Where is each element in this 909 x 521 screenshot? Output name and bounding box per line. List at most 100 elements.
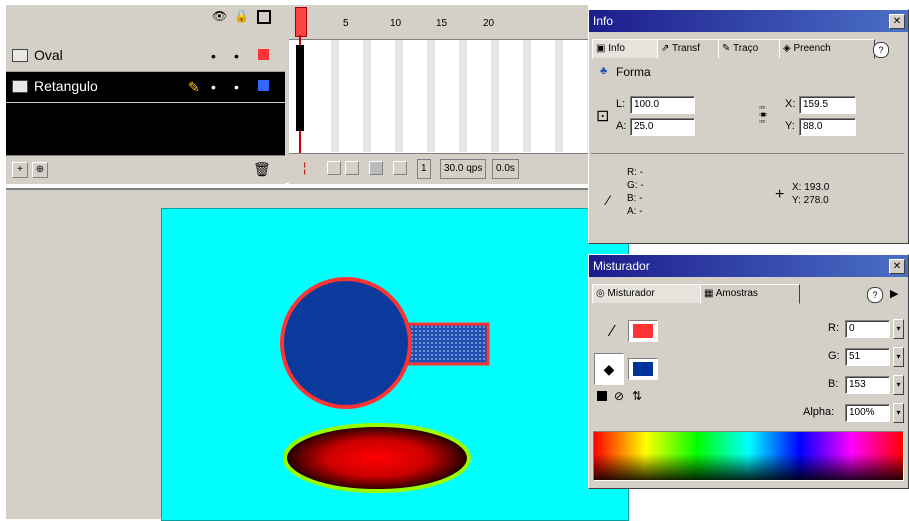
blue-readout: B: - xyxy=(627,193,643,204)
layers-footer: + ⊕ 🗑 xyxy=(6,155,285,184)
x-label: X: xyxy=(785,98,796,110)
layer-icon xyxy=(12,49,28,62)
ruler-number: 5 xyxy=(343,18,349,29)
ruler-number: 20 xyxy=(483,18,495,29)
lock-dot[interactable]: • xyxy=(234,79,239,95)
r-spin-arrow-icon[interactable]: ▾ xyxy=(893,319,904,339)
selected-rectangle[interactable] xyxy=(404,322,490,366)
tab-traco[interactable]: ✎ Traço xyxy=(718,39,782,59)
mixer-panel: Misturador ✕ ◎ Misturador ▦ Amostras ? ▶… xyxy=(588,254,909,489)
alpha-spin-arrow-icon[interactable]: ▾ xyxy=(893,403,904,423)
visibility-dot[interactable]: • xyxy=(211,48,216,64)
layer-row-oval[interactable]: Oval • • xyxy=(6,41,285,72)
layer-name: Retangulo xyxy=(34,78,98,94)
ruler-number: 15 xyxy=(436,18,448,29)
info-titlebar[interactable]: Info xyxy=(589,10,908,32)
close-icon[interactable]: ✕ xyxy=(889,14,905,29)
tab-info[interactable]: ▣ Info xyxy=(592,39,660,59)
shape-icon: ♣ xyxy=(600,65,608,77)
center-frame-icon[interactable]: ¦ xyxy=(303,160,306,175)
cursor-y: Y: 278.0 xyxy=(792,195,829,206)
visibility-dot[interactable]: • xyxy=(211,79,216,95)
x-field[interactable]: 159.5 xyxy=(799,96,856,114)
default-colors-icon[interactable] xyxy=(597,391,607,401)
stage-artwork xyxy=(280,277,490,493)
elapsed-time: 0.0s xyxy=(492,159,519,179)
circle-shape[interactable] xyxy=(280,277,412,409)
current-frame: 1 xyxy=(417,159,431,179)
frame-ruler[interactable]: 1 5 10 15 20 xyxy=(289,5,588,40)
frame-rate: 30.0 qps xyxy=(440,159,487,179)
b-label: B: xyxy=(828,378,839,390)
width-field[interactable]: 100.0 xyxy=(630,96,695,114)
layers-empty-area xyxy=(6,103,285,155)
pencil-icon: ✎ xyxy=(188,79,200,95)
lock-dot[interactable]: • xyxy=(234,48,239,64)
green-readout: G: - xyxy=(627,180,644,191)
b-field[interactable]: 153 xyxy=(845,376,890,394)
close-icon[interactable]: ✕ xyxy=(889,259,905,274)
stroke-color-box[interactable] xyxy=(628,320,658,342)
onion-outline-icon[interactable] xyxy=(345,161,359,175)
edit-multiple-icon[interactable] xyxy=(369,161,383,175)
gradient-oval[interactable] xyxy=(283,423,471,493)
b-spin-arrow-icon[interactable]: ▾ xyxy=(893,375,904,395)
layer-name: Oval xyxy=(34,47,63,63)
panel-menu-arrow-icon[interactable]: ▶ xyxy=(890,287,898,300)
y-field[interactable]: 88.0 xyxy=(799,118,856,136)
onion-skin-icon[interactable] xyxy=(327,161,341,175)
layer-color-swatch[interactable] xyxy=(258,80,269,91)
mixer-title: Misturador xyxy=(593,259,650,273)
stroke-color-swatch xyxy=(633,324,653,338)
crosshair-icon: + xyxy=(775,186,785,203)
help-icon[interactable]: ? xyxy=(867,287,883,303)
trash-icon[interactable]: 🗑 xyxy=(253,161,271,178)
fill-color-box[interactable] xyxy=(628,358,658,380)
fill-bucket-icon[interactable]: ◆ xyxy=(594,353,624,385)
outline-icon[interactable] xyxy=(257,10,271,24)
help-icon[interactable]: ? xyxy=(873,42,889,58)
eyedropper-icon: ⁄ xyxy=(607,192,610,208)
modify-markers-icon[interactable] xyxy=(393,161,407,175)
layers-header: 👁 🔒 xyxy=(6,5,285,39)
info-panel: Info ✕ ▣ Info ⇗ Transf ✎ Traço ◈ Preench… xyxy=(588,9,909,244)
add-guide-icon[interactable]: ⊕ xyxy=(32,162,48,178)
layer-color-swatch[interactable] xyxy=(258,49,269,60)
width-label: L: xyxy=(616,98,626,110)
resize-icon: ⊡ xyxy=(596,108,610,125)
divider xyxy=(591,153,904,154)
g-spin-arrow-icon[interactable]: ▾ xyxy=(893,347,904,367)
alpha-label: Alpha: xyxy=(803,406,835,418)
swap-colors-icon[interactable]: ⇅ xyxy=(632,389,642,403)
tab-misturador[interactable]: ◎ Misturador xyxy=(592,284,703,304)
red-readout: R: - xyxy=(627,167,644,178)
fill-color-swatch xyxy=(633,362,653,376)
stroke-pencil-icon: ⁄ xyxy=(611,323,614,340)
registration-grid-icon[interactable]: ▫▫▫ ▫■▫ ▫▫▫ xyxy=(759,104,779,126)
stage[interactable] xyxy=(161,208,629,521)
height-label: A: xyxy=(616,120,627,132)
layer-icon xyxy=(12,80,28,93)
alpha-field[interactable]: 100% xyxy=(845,404,890,422)
layer-row-retangulo[interactable]: Retangulo ✎ • • xyxy=(6,72,285,102)
ruler-number: 10 xyxy=(390,18,402,29)
tab-preench[interactable]: ◈ Preench xyxy=(779,39,875,59)
stage-area xyxy=(6,188,629,521)
add-layer-icon[interactable]: + xyxy=(12,162,28,178)
frames-area[interactable]: 1 5 10 15 20 ¦ 1 30.0 qps 0.0s xyxy=(289,5,588,184)
r-field[interactable]: 0 xyxy=(845,320,890,338)
height-field[interactable]: 25.0 xyxy=(630,118,695,136)
timeline: 👁 🔒 Oval • • Retangulo ✎ • • + ⊕ 🗑 1 5 1… xyxy=(6,5,588,184)
cursor-x: X: 193.0 xyxy=(792,182,830,193)
eye-icon[interactable]: 👁 xyxy=(212,9,227,23)
section-forma: Forma xyxy=(616,65,651,79)
g-field[interactable]: 51 xyxy=(845,348,890,366)
lock-icon[interactable]: 🔒 xyxy=(234,9,249,23)
info-title: Info xyxy=(593,14,614,28)
frame-grid[interactable] xyxy=(307,40,588,152)
no-color-icon[interactable]: ⊘ xyxy=(614,389,624,403)
mixer-titlebar[interactable]: Misturador xyxy=(589,255,908,277)
tab-amostras[interactable]: ▦ Amostras xyxy=(700,284,800,304)
color-spectrum[interactable] xyxy=(593,431,904,481)
tab-transf[interactable]: ⇗ Transf xyxy=(657,39,721,59)
